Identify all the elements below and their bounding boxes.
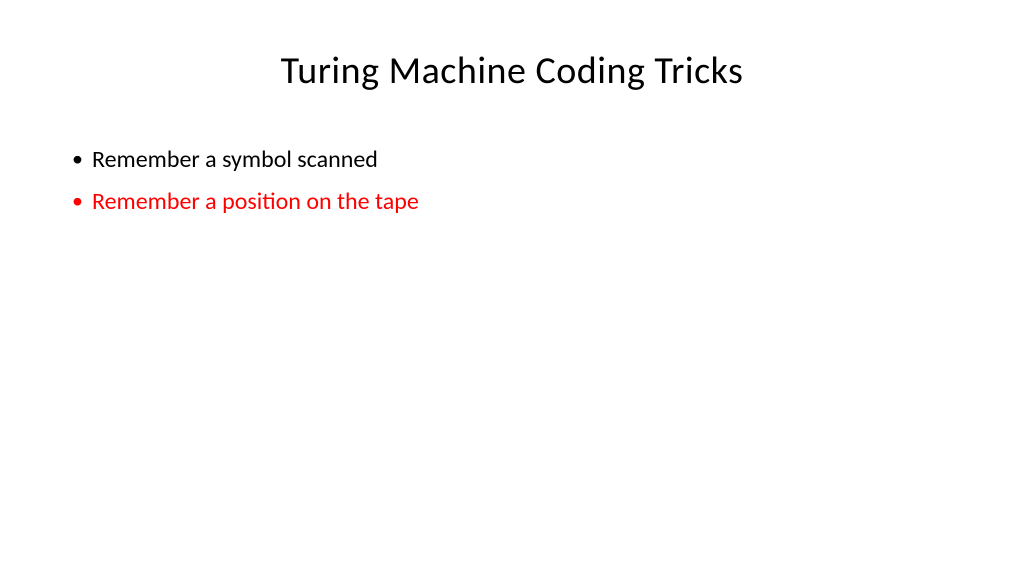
- bullet-text: Remember a position on the tape: [92, 187, 419, 216]
- bullet-text: Remember a symbol scanned: [92, 145, 378, 174]
- bullet-item: Remember a symbol scanned: [70, 142, 954, 178]
- slide-title: Turing Machine Coding Tricks: [70, 48, 954, 94]
- bullet-list: Remember a symbol scanned Remember a pos…: [70, 142, 954, 220]
- bullet-item: Remember a position on the tape: [70, 184, 954, 220]
- slide-container: Turing Machine Coding Tricks Remember a …: [0, 0, 1024, 576]
